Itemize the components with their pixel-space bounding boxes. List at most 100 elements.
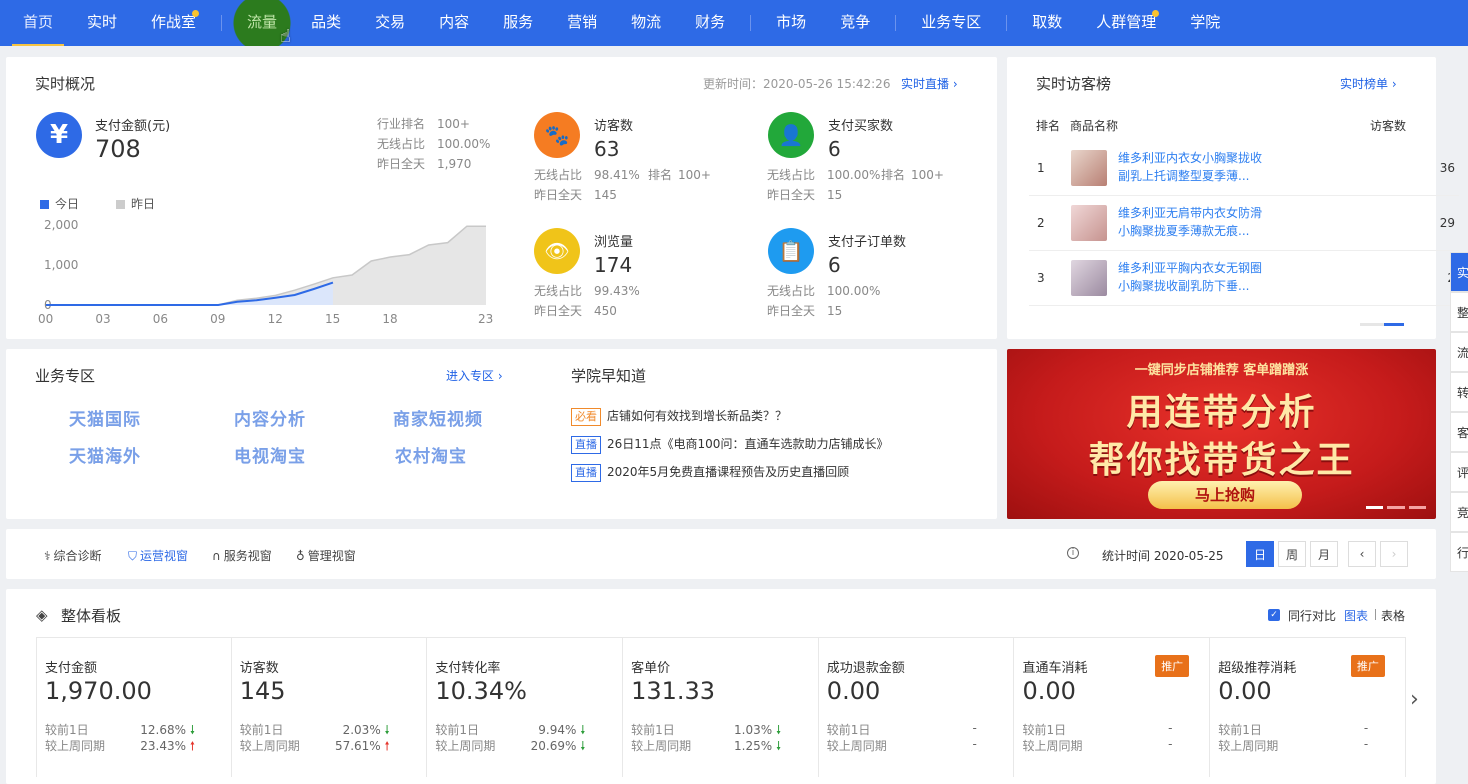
- compare-checkbox[interactable]: ✓: [1268, 609, 1280, 621]
- biz-tmall-overseas[interactable]: 天猫海外: [69, 442, 141, 467]
- kpi-week-value: 1.25%: [734, 739, 773, 753]
- visitor-count: 29: [1439, 216, 1455, 230]
- kpi-tile[interactable]: 支付金额 1,970.00 较前1日 12.68% 🠗 较上周同期 23.43% 🠕: [36, 637, 232, 777]
- buyers-value: 6: [828, 137, 841, 161]
- kpi-tile[interactable]: 直通车消耗 0.00 较前1日 - 较上周同期 - 推广: [1015, 637, 1211, 777]
- rank-row[interactable]: 2 维多利亚无肩带内衣女防滑小胸聚拢夏季薄款无痕... 29: [1029, 196, 1459, 251]
- academy-item-text: 2020年5月免费直播课程预告及历史直播回顾: [607, 465, 850, 479]
- promo-banner[interactable]: 一键同步店铺推荐 客单蹭蹭涨 用连带分析 帮你找带货之王 马上抢购: [1007, 349, 1436, 519]
- kpi-week-key: 较上周同期: [1218, 739, 1279, 753]
- eye-icon: 👁: [534, 228, 580, 274]
- nav-item-label: 学院: [1190, 13, 1221, 31]
- rank-number: 1: [1037, 161, 1045, 175]
- kpi-d1-value: -: [1363, 721, 1369, 735]
- academy-item[interactable]: 直播 2020年5月免费直播课程预告及历史直播回顾: [571, 463, 849, 482]
- live-link[interactable]: 实时直播 ›: [901, 75, 958, 92]
- kpi-tile[interactable]: 支付转化率 10.34% 较前1日 9.94% 🠗 较上周同期 20.69% 🠗: [427, 637, 624, 777]
- promo-badge[interactable]: 推广: [1350, 655, 1385, 677]
- side-tab[interactable]: 竞: [1450, 492, 1468, 532]
- nav-item[interactable]: 内容: [422, 0, 486, 46]
- nav-item[interactable]: 营销: [550, 0, 614, 46]
- kpi-next-button[interactable]: ›: [1410, 687, 1419, 712]
- arrow-down-icon: 🠗: [772, 739, 782, 753]
- product-name-link[interactable]: 维多利亚内衣女小胸聚拢收副乳上托调整型夏季薄...: [1118, 149, 1268, 185]
- product-thumbnail[interactable]: [1071, 205, 1107, 241]
- view-chart-link[interactable]: 图表: [1344, 607, 1368, 624]
- realtime-chart: 2,0001,000000 03 06 09 12 15 18 23: [38, 218, 493, 326]
- view-tab[interactable]: ⛉ 运营视窗: [128, 547, 188, 564]
- promo-badge[interactable]: 推广: [1155, 655, 1190, 677]
- next-date-button[interactable]: ›: [1380, 541, 1408, 567]
- buyers-sub: 无线占比 100.00%排名 100+ 昨日全天 15: [767, 168, 944, 202]
- nav-item[interactable]: 取数: [1015, 0, 1079, 46]
- product-thumbnail[interactable]: [1071, 260, 1107, 296]
- rank-row[interactable]: 1 维多利亚内衣女小胸聚拢收副乳上托调整型夏季薄... 36: [1029, 141, 1459, 196]
- academy-item-text: 店铺如何有效找到增长新品类？？: [607, 409, 788, 423]
- biz-tmall-global[interactable]: 天猫国际: [69, 405, 141, 430]
- rank-list-link[interactable]: 实时榜单 ›: [1340, 75, 1397, 92]
- academy-item[interactable]: 直播 26日11点《电商100问：直通车选款助力店铺成长》: [571, 435, 888, 454]
- view-tab[interactable]: ⚕ 综合诊断: [44, 547, 102, 564]
- nav-item[interactable]: 首页: [6, 0, 70, 46]
- period-week-button[interactable]: 周: [1278, 541, 1306, 567]
- kpi-tile[interactable]: 访客数 145 较前1日 2.03% 🠗 较上周同期 57.61% 🠕: [232, 637, 428, 777]
- enter-zone-link[interactable]: 进入专区 ›: [446, 367, 503, 384]
- side-tab[interactable]: 评: [1450, 452, 1468, 492]
- kpi-value: 131.33: [631, 677, 716, 705]
- nav-item[interactable]: 市场: [759, 0, 823, 46]
- visitors-sub: 无线占比 98.41% 排名 100+ 昨日全天 145: [534, 168, 711, 202]
- must-read-tag: 必看: [571, 408, 601, 426]
- update-time: 更新时间：2020-05-26 15:42:26: [703, 77, 891, 91]
- nav-item[interactable]: 服务: [486, 0, 550, 46]
- side-tab[interactable]: 整: [1450, 292, 1468, 332]
- legend-today: 今日: [40, 195, 79, 212]
- prev-date-button[interactable]: ‹: [1348, 541, 1376, 567]
- kpi-week-key: 较上周同期: [826, 739, 887, 753]
- nav-item[interactable]: 财务: [678, 0, 742, 46]
- view-tab[interactable]: ♁ 管理视窗: [296, 547, 356, 564]
- biz-tv-taobao[interactable]: 电视淘宝: [234, 442, 306, 467]
- academy-item[interactable]: 必看 店铺如何有效找到增长新品类？？: [571, 407, 787, 426]
- stat-key: 昨日全天: [377, 157, 426, 171]
- side-tab[interactable]: 实: [1450, 252, 1468, 292]
- x-tick-label: 06: [153, 312, 168, 326]
- view-table-link[interactable]: 表格: [1381, 607, 1405, 624]
- period-month-button[interactable]: 月: [1310, 541, 1338, 567]
- product-name-link[interactable]: 维多利亚平胸内衣女无钢圈小胸聚拢收副乳防下垂...: [1118, 259, 1268, 295]
- product-thumbnail[interactable]: [1071, 150, 1107, 186]
- info-icon[interactable]: i: [1067, 547, 1079, 559]
- nav-item[interactable]: 交易: [358, 0, 422, 46]
- kpi-value: 145: [239, 677, 286, 705]
- nav-item[interactable]: 人群管理: [1079, 0, 1173, 46]
- x-tick-label: 09: [210, 312, 225, 326]
- nav-item[interactable]: 作战室: [134, 0, 213, 46]
- side-tab[interactable]: 转: [1450, 372, 1468, 412]
- kpi-tile[interactable]: 成功退款金额 0.00 较前1日 - 较上周同期 -: [819, 637, 1015, 777]
- nav-item-label: 取数: [1032, 13, 1063, 31]
- nav-item[interactable]: 实时: [70, 0, 134, 46]
- banner-cta-button[interactable]: 马上抢购: [1148, 481, 1302, 509]
- nav-item[interactable]: 品类: [294, 0, 358, 46]
- stat-value: 100+: [437, 117, 470, 131]
- side-tab[interactable]: 客: [1450, 412, 1468, 452]
- nav-item[interactable]: 业务专区: [904, 0, 998, 46]
- nav-item-label: 服务: [503, 13, 534, 31]
- nav-separator: [895, 15, 897, 31]
- kpi-tile[interactable]: 客单价 131.33 较前1日 1.03% 🠗 较上周同期 1.25% 🠗: [623, 637, 819, 777]
- product-name-link[interactable]: 维多利亚无肩带内衣女防滑小胸聚拢夏季薄款无痕...: [1118, 204, 1268, 240]
- kpi-tile[interactable]: 超级推荐消耗 0.00 较前1日 - 较上周同期 - 推广: [1210, 637, 1406, 777]
- biz-content-analysis[interactable]: 内容分析: [234, 405, 306, 430]
- nav-item[interactable]: 竞争: [823, 0, 887, 46]
- side-tab[interactable]: 行: [1450, 532, 1468, 572]
- side-tab[interactable]: 流: [1450, 332, 1468, 372]
- rank-row[interactable]: 3维多利亚平胸内衣女无钢圈小胸聚拢收副乳防下垂...2: [1029, 251, 1459, 306]
- kpi-week-key: 较上周同期: [1022, 739, 1083, 753]
- nav-item[interactable]: 物流: [614, 0, 678, 46]
- biz-rural-taobao[interactable]: 农村淘宝: [395, 442, 467, 467]
- period-day-button[interactable]: 日: [1246, 541, 1274, 567]
- visitors-label: 访客数: [594, 119, 634, 134]
- kpi-label: 成功退款金额: [826, 661, 905, 676]
- biz-short-video[interactable]: 商家短视频: [393, 405, 483, 430]
- view-tab[interactable]: ∩ 服务视窗: [212, 547, 272, 564]
- nav-item[interactable]: 学院: [1173, 0, 1237, 46]
